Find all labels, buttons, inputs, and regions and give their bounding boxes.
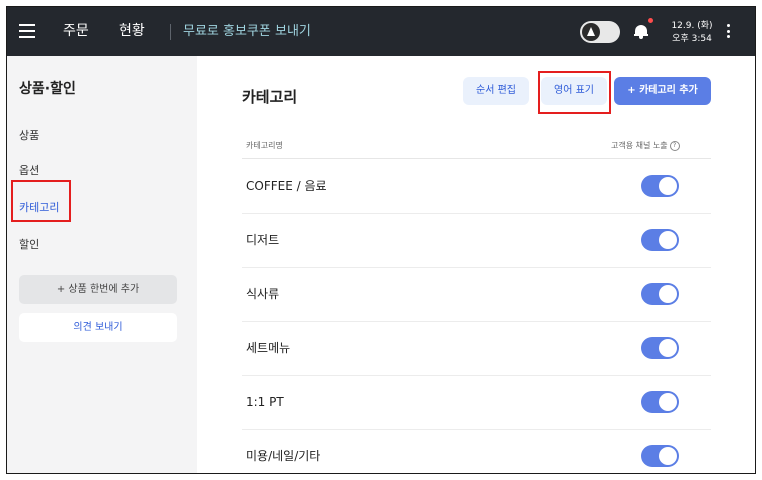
- category-name: 미용/네일/기타: [246, 449, 321, 463]
- add-category-button[interactable]: + 카테고리 추가: [614, 77, 711, 105]
- more-icon[interactable]: [727, 24, 730, 41]
- channel-exposure-toggle[interactable]: [641, 229, 679, 251]
- table-row: COFFEE / 음료: [242, 159, 711, 214]
- sidebar: 상품·할인 상품 옵션 카테고리 할인 + 상품 한번에 추가 의견 보내기: [7, 56, 197, 473]
- bulk-add-products-button[interactable]: + 상품 한번에 추가: [19, 275, 177, 304]
- channel-exposure-toggle[interactable]: [641, 445, 679, 467]
- sidebar-item-products[interactable]: 상품: [19, 127, 39, 143]
- notification-dot: [648, 18, 653, 23]
- sidebar-item-categories[interactable]: 카테고리: [19, 199, 59, 215]
- category-name: 세트메뉴: [246, 341, 291, 355]
- date-text: 12.9. (화): [671, 21, 713, 31]
- sidebar-title: 상품·할인: [19, 81, 76, 97]
- table-row: 미용/네일/기타: [242, 429, 711, 473]
- channel-exposure-toggle[interactable]: [641, 391, 679, 413]
- sidebar-item-options[interactable]: 옵션: [19, 162, 39, 178]
- channel-exposure-toggle[interactable]: [641, 283, 679, 305]
- category-name: COFFEE / 음료: [246, 179, 327, 193]
- bell-icon[interactable]: [634, 23, 648, 39]
- nav-status[interactable]: 현황: [119, 7, 145, 56]
- help-icon[interactable]: ?: [669, 140, 680, 151]
- nav-orders[interactable]: 주문: [63, 7, 89, 56]
- column-header-name: 카테고리명: [246, 141, 283, 150]
- menu-icon[interactable]: [19, 24, 35, 38]
- category-name: 식사류: [246, 287, 280, 301]
- column-header-channel: 고객용 채널 노출?: [611, 140, 680, 151]
- column-header-channel-label: 고객용 채널 노출: [611, 141, 668, 150]
- main-content: 카테고리 순서 편집 영어 표기 + 카테고리 추가 카테고리명 고객용 채널 …: [197, 56, 755, 473]
- english-label-button[interactable]: 영어 표기: [541, 77, 607, 105]
- mode-toggle[interactable]: [580, 21, 620, 43]
- nav-divider: [170, 24, 171, 40]
- table-row: 1:1 PT: [242, 375, 711, 430]
- send-feedback-button[interactable]: 의견 보내기: [19, 313, 177, 342]
- channel-exposure-toggle[interactable]: [641, 175, 679, 197]
- table-row: 디저트: [242, 213, 711, 268]
- top-bar: 주문 현황 무료로 홍보쿠폰 보내기 12.9. (화) 오후 3:54: [7, 7, 755, 56]
- table-row: 식사류: [242, 267, 711, 322]
- channel-exposure-toggle[interactable]: [641, 337, 679, 359]
- category-name: 디저트: [246, 233, 280, 247]
- sidebar-item-discounts[interactable]: 할인: [19, 236, 39, 252]
- mode-icon: [582, 23, 600, 41]
- promo-coupon-link[interactable]: 무료로 홍보쿠폰 보내기: [183, 7, 311, 56]
- app-window: 주문 현황 무료로 홍보쿠폰 보내기 12.9. (화) 오후 3:54 상품·…: [6, 6, 756, 474]
- category-name: 1:1 PT: [246, 395, 284, 409]
- reorder-button[interactable]: 순서 편집: [463, 77, 529, 105]
- page-title: 카테고리: [242, 88, 298, 106]
- table-row: 세트메뉴: [242, 321, 711, 376]
- time-text: 오후 3:54: [672, 34, 712, 44]
- datetime: 12.9. (화) 오후 3:54: [667, 20, 717, 46]
